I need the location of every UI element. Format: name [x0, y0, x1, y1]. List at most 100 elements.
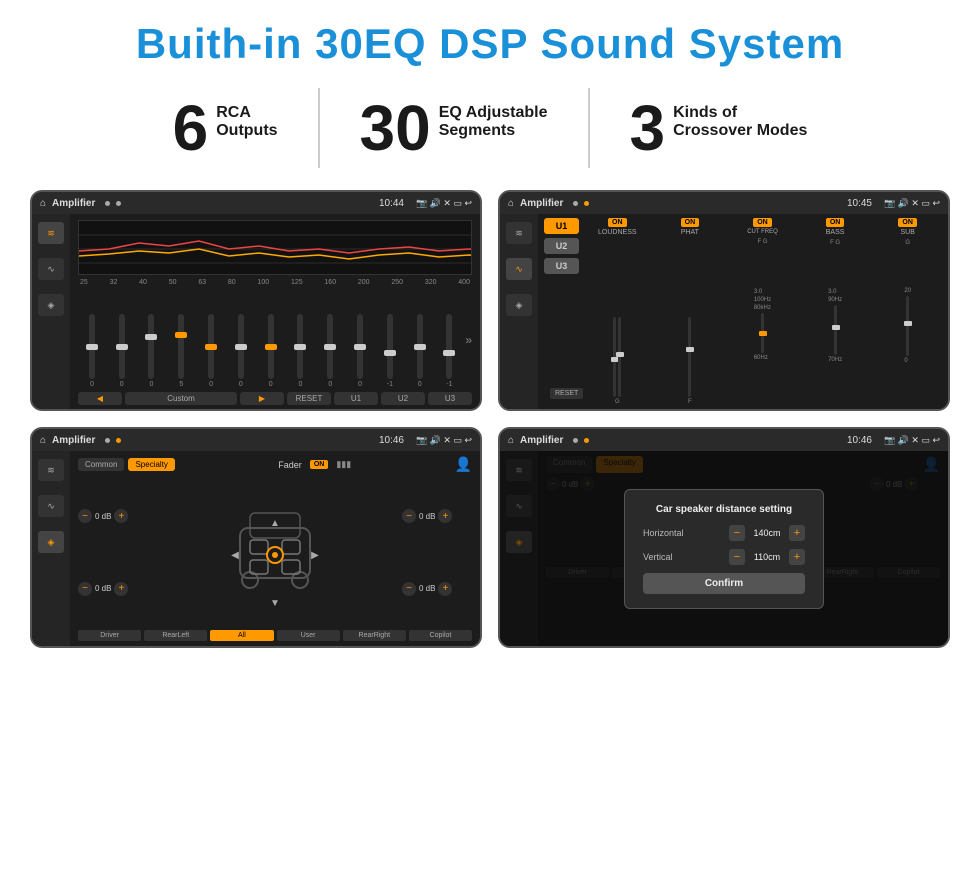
fader-rearright-btn[interactable]: RearRight: [343, 630, 406, 641]
fader-topleft: − 0 dB +: [78, 509, 148, 523]
sp-minus-tr[interactable]: −: [402, 509, 416, 523]
dialog-title: Car speaker distance setting: [643, 504, 805, 515]
stat-label-line2-crossover: Crossover Modes: [673, 122, 807, 140]
sidebar-crossover-speaker[interactable]: ◈: [506, 294, 532, 316]
dot2-eq: [116, 201, 121, 206]
page-container: Buith-in 30EQ DSP Sound System 6 RCA Out…: [0, 0, 980, 658]
eq-prev-btn[interactable]: ◀: [78, 392, 122, 405]
u1-btn[interactable]: U1: [544, 218, 579, 234]
screen-fader: ⌂ Amplifier 10:46 📷 🔊 ✕ ▭ ↩ ≋ ∿ ◈ Common…: [30, 427, 482, 648]
sp-minus-tl[interactable]: −: [78, 509, 92, 523]
fader-top: Common Specialty Fader ON ▮▮▮ 👤: [78, 456, 472, 473]
icons-fader: 📷 🔊 ✕ ▭ ↩: [416, 435, 472, 446]
screen-dialog: ⌂ Amplifier 10:46 📷 🔊 ✕ ▭ ↩ ≋ ∿ ◈ Common: [498, 427, 950, 648]
dialog-overlay: Car speaker distance setting Horizontal …: [500, 451, 948, 646]
ch-cutfreq-on[interactable]: ON: [753, 218, 772, 227]
dialog-confirm-btn[interactable]: Confirm: [643, 573, 805, 594]
ch-cutfreq: ON CUT FREQ F G 3.0 100Hz 80kHz 60Hz: [728, 218, 797, 405]
ch-sub-name: SUB: [900, 229, 914, 236]
sp-plus-tr[interactable]: +: [438, 509, 452, 523]
u3-btn[interactable]: U3: [544, 258, 579, 274]
eq-col-11: -1: [376, 314, 404, 388]
eq-col-4: 5: [167, 314, 195, 388]
fader-bottomleft: − 0 dB +: [78, 582, 148, 596]
stat-label-crossover: Kinds of Crossover Modes: [673, 96, 807, 140]
time-fader: 10:46: [379, 435, 404, 446]
fader-bars: ▮▮▮: [336, 459, 351, 470]
sp-plus-bl[interactable]: +: [114, 582, 128, 596]
sp-val-tr: 0 dB: [419, 512, 435, 521]
fader-copilot-btn[interactable]: Copilot: [409, 630, 472, 641]
sidebar-eq-btn[interactable]: ≋: [38, 222, 64, 244]
eq-u2-btn[interactable]: U2: [381, 392, 425, 405]
sidebar-fader-speaker[interactable]: ◈: [38, 531, 64, 553]
eq-reset-btn[interactable]: RESET: [287, 392, 331, 405]
stat-label-line1-rca: RCA: [216, 104, 277, 122]
home-icon-fader[interactable]: ⌂: [40, 435, 46, 446]
eq-u3-btn[interactable]: U3: [428, 392, 472, 405]
sidebar-fader-eq[interactable]: ≋: [38, 459, 64, 481]
sp-minus-br[interactable]: −: [402, 582, 416, 596]
eq-u1-btn[interactable]: U1: [334, 392, 378, 405]
sp-plus-tl[interactable]: +: [114, 509, 128, 523]
ch-loudness-on[interactable]: ON: [608, 218, 627, 227]
eq-custom-btn[interactable]: Custom: [125, 392, 237, 405]
screen-content-fader: ≋ ∿ ◈ Common Specialty Fader ON ▮▮▮ 👤: [32, 451, 480, 646]
dot2-crossover: [584, 201, 589, 206]
eq-sliders: 0 0 0 5 0 0 0 0 0 0 -1 0 -1 »: [78, 292, 472, 388]
sidebar-fader-wave[interactable]: ∿: [38, 495, 64, 517]
eq-col-8: 0: [287, 314, 315, 388]
sidebar-eq-speaker[interactable]: ◈: [38, 294, 64, 316]
app-name-eq: Amplifier: [52, 198, 95, 209]
screen-bar-crossover: ⌂ Amplifier 10:45 📷 🔊 ✕ ▭ ↩: [500, 192, 948, 214]
dialog-horizontal-plus[interactable]: +: [789, 525, 805, 541]
fader-on-badge[interactable]: ON: [310, 460, 329, 469]
home-icon-crossover[interactable]: ⌂: [508, 198, 514, 209]
home-icon-dialog[interactable]: ⌂: [508, 435, 514, 446]
sp-plus-br[interactable]: +: [438, 582, 452, 596]
ch-bass-on[interactable]: ON: [826, 218, 845, 227]
stat-number-crossover: 3: [630, 96, 666, 160]
fader-common-tab[interactable]: Common: [78, 458, 124, 471]
icons-eq: 📷 🔊 ✕ ▭ ↩: [416, 198, 472, 209]
cross-reset-btn[interactable]: RESET: [550, 388, 583, 399]
ch-phat-on[interactable]: ON: [681, 218, 700, 227]
ch-sub-on[interactable]: ON: [898, 218, 917, 227]
fader-driver-btn[interactable]: Driver: [78, 630, 141, 641]
stat-label-line2-rca: Outputs: [216, 122, 277, 140]
dialog-horizontal-label: Horizontal: [643, 528, 684, 538]
eq-next-btn[interactable]: ▶: [240, 392, 284, 405]
dialog-vertical-minus[interactable]: −: [729, 549, 745, 565]
u2-btn[interactable]: U2: [544, 238, 579, 254]
screen-bar-dialog: ⌂ Amplifier 10:46 📷 🔊 ✕ ▭ ↩: [500, 429, 948, 451]
dialog-vertical-plus[interactable]: +: [789, 549, 805, 565]
eq-col-10: 0: [346, 314, 374, 388]
sidebar-crossover-wave[interactable]: ∿: [506, 258, 532, 280]
dialog-vertical-val: 110cm: [749, 552, 785, 562]
fader-user-btn[interactable]: User: [277, 630, 340, 641]
sidebar-eq-wave[interactable]: ∿: [38, 258, 64, 280]
fader-specialty-tab[interactable]: Specialty: [128, 458, 174, 471]
dot1-eq: [105, 201, 110, 206]
sidebar-crossover-eq[interactable]: ≋: [506, 222, 532, 244]
eq-col-12: 0: [406, 314, 434, 388]
eq-col-1: 0: [78, 314, 106, 388]
fader-rearleft-btn[interactable]: RearLeft: [144, 630, 207, 641]
sp-minus-bl[interactable]: −: [78, 582, 92, 596]
home-icon-eq[interactable]: ⌂: [40, 198, 46, 209]
eq-col-6: 0: [227, 314, 255, 388]
stat-label-line1-crossover: Kinds of: [673, 104, 807, 122]
app-name-crossover: Amplifier: [520, 198, 563, 209]
time-dialog: 10:46: [847, 435, 872, 446]
eq-graph: [78, 220, 472, 275]
fader-main: Common Specialty Fader ON ▮▮▮ 👤 −: [70, 451, 480, 646]
dialog-vertical-row: Vertical − 110cm +: [643, 549, 805, 565]
svg-text:▶: ▶: [311, 550, 319, 561]
dialog-horizontal-minus[interactable]: −: [729, 525, 745, 541]
fader-all-btn[interactable]: All: [210, 630, 273, 641]
eq-chevron: »: [465, 333, 472, 347]
stat-crossover: 3 Kinds of Crossover Modes: [590, 96, 848, 160]
app-name-dialog: Amplifier: [520, 435, 563, 446]
eq-graph-svg: [79, 221, 471, 274]
sp-val-bl: 0 dB: [95, 584, 111, 593]
